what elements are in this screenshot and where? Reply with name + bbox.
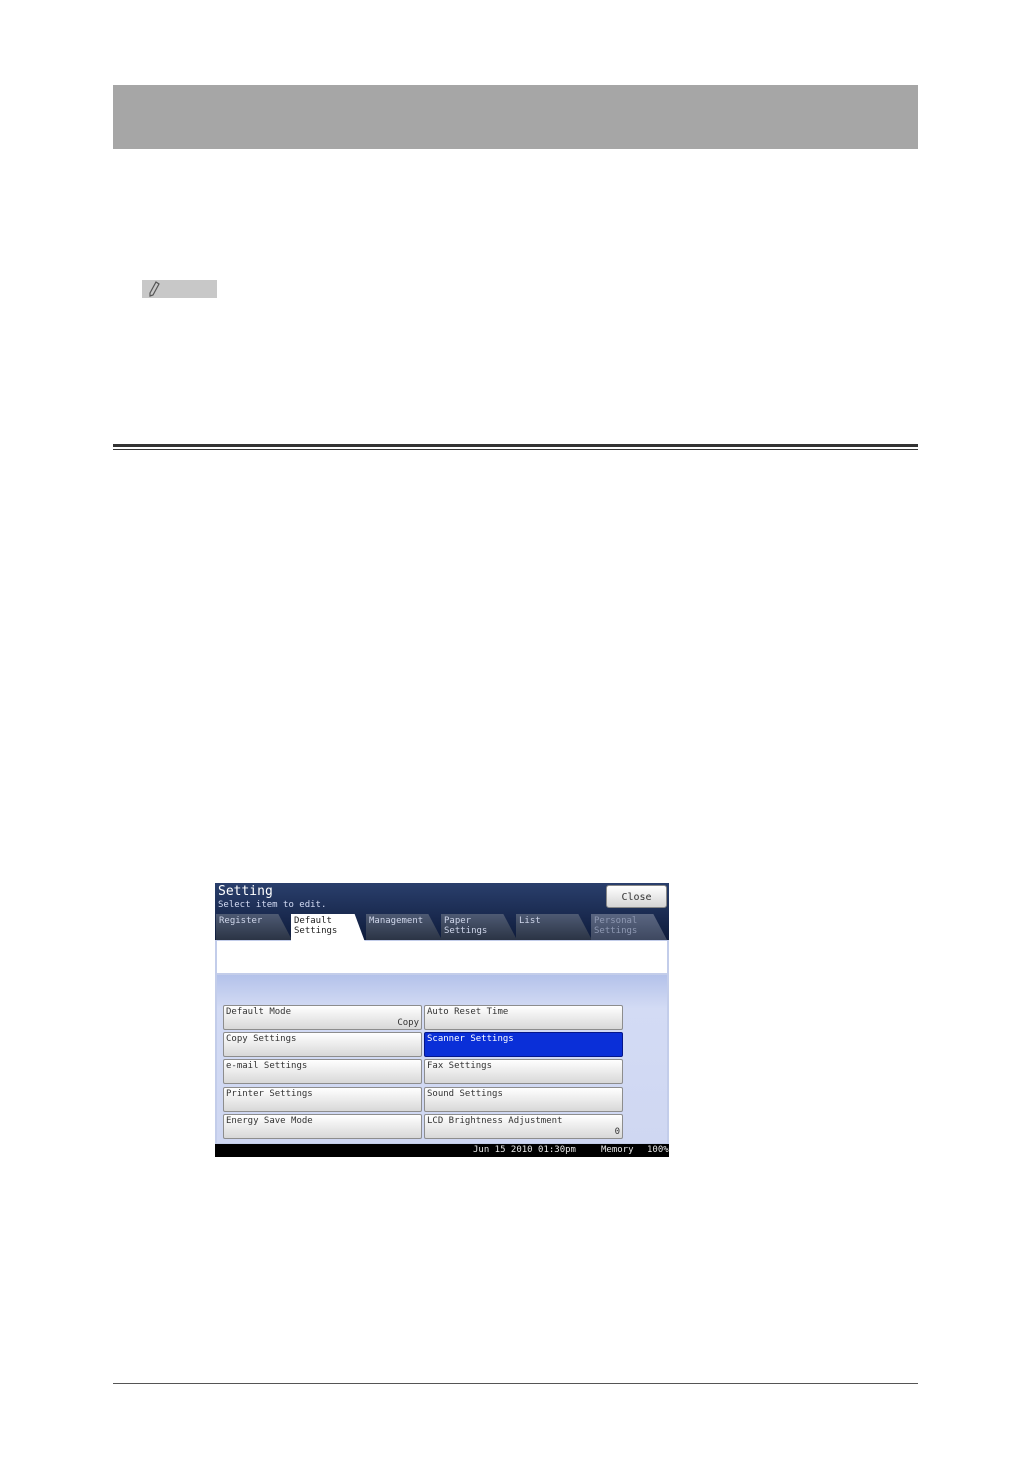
copy-settings-label: Copy Settings <box>226 1034 297 1044</box>
auto-reset-time-label: Auto Reset Time <box>427 1007 509 1017</box>
scanner-settings-label: Scanner Settings <box>427 1034 514 1044</box>
section-header-bar <box>113 85 918 149</box>
fax-settings-label: Fax Settings <box>427 1061 493 1071</box>
status-datetime: Jun 15 2010 01:30pm <box>473 1145 576 1155</box>
tab-default-settings[interactable]: Default Settings <box>291 914 365 942</box>
printer-settings-label: Printer Settings <box>226 1089 313 1099</box>
tab-management-label: Management <box>369 916 424 926</box>
tab-default-settings-label: Default Settings <box>294 916 338 936</box>
auto-reset-time-button[interactable]: Auto Reset Time <box>424 1005 623 1030</box>
tab-list-label: List <box>519 916 541 926</box>
email-settings-label: e-mail Settings <box>226 1061 308 1071</box>
sound-settings-label: Sound Settings <box>427 1089 503 1099</box>
lcd-brightness-label: LCD Brightness Adjustment <box>427 1116 563 1126</box>
lcd-message-area <box>217 941 667 973</box>
energy-save-mode-label: Energy Save Mode <box>226 1116 313 1126</box>
fax-settings-button[interactable]: Fax Settings <box>424 1059 623 1084</box>
tab-register-label: Register <box>219 916 263 926</box>
default-mode-button[interactable]: Default Mode Copy <box>223 1005 422 1030</box>
pencil-icon <box>149 281 160 297</box>
status-memory-value: 100% <box>647 1145 669 1155</box>
lcd-title: Setting <box>218 884 273 899</box>
tab-personal-settings[interactable]: Personal Settings <box>591 914 667 940</box>
note-badge <box>142 280 217 298</box>
email-settings-button[interactable]: e-mail Settings <box>223 1059 422 1084</box>
footer-divider <box>113 1383 918 1384</box>
scanner-settings-button[interactable]: Scanner Settings <box>424 1032 623 1057</box>
lcd-brightness-value: 0 <box>614 1127 620 1137</box>
lcd-subtitle: Select item to edit. <box>218 900 327 910</box>
default-mode-label: Default Mode <box>226 1007 292 1017</box>
tab-list[interactable]: List <box>516 914 592 940</box>
lcd-screenshot: Setting Select item to edit. Close Regis… <box>215 883 669 1157</box>
copy-settings-button[interactable]: Copy Settings <box>223 1032 422 1057</box>
printer-settings-button[interactable]: Printer Settings <box>223 1087 422 1112</box>
tab-management[interactable]: Management <box>366 914 442 940</box>
sound-settings-button[interactable]: Sound Settings <box>424 1087 623 1112</box>
tab-register[interactable]: Register <box>216 914 292 940</box>
tab-paper-settings-label: Paper Settings <box>444 916 488 936</box>
default-mode-value: Copy <box>397 1018 419 1028</box>
tab-paper-settings[interactable]: Paper Settings <box>441 914 517 940</box>
energy-save-mode-button[interactable]: Energy Save Mode <box>223 1114 422 1139</box>
close-button[interactable]: Close <box>606 885 667 908</box>
lcd-brightness-button[interactable]: LCD Brightness Adjustment 0 <box>424 1114 623 1139</box>
status-memory-label: Memory <box>601 1145 634 1155</box>
lcd-title-area: Setting Select item to edit. Close Regis… <box>215 883 669 942</box>
status-bar: Jun 15 2010 01:30pm Memory 100% <box>215 1144 669 1157</box>
tab-personal-settings-label: Personal Settings <box>594 916 638 936</box>
section-divider <box>113 444 918 451</box>
